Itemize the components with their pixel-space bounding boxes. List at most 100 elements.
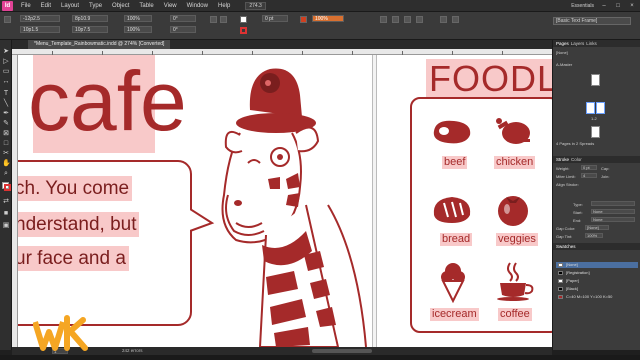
menu-file[interactable]: File bbox=[16, 3, 36, 9]
spread-page-number: 1-2 bbox=[591, 116, 597, 121]
workspace-switcher[interactable]: Essentials bbox=[571, 3, 594, 9]
stroke-weight-field[interactable]: 0 pt bbox=[262, 15, 288, 22]
shear-field[interactable]: 0° bbox=[170, 26, 196, 33]
bread-icon bbox=[433, 197, 471, 223]
minimize-icon[interactable]: – bbox=[600, 3, 608, 9]
height-field[interactable]: 10p7.5 bbox=[72, 26, 108, 33]
scale-x-field[interactable]: 100% bbox=[124, 15, 152, 22]
stroke-start-dropdown[interactable]: None bbox=[591, 209, 635, 214]
body-text-line-2: nderstand, but bbox=[18, 212, 140, 237]
scissors-tool-icon[interactable]: ✂ bbox=[2, 150, 10, 158]
fill-swatch-icon[interactable] bbox=[240, 16, 247, 23]
close-icon[interactable]: × bbox=[628, 3, 636, 9]
page-thumbnail-4[interactable] bbox=[591, 126, 600, 138]
menu-help[interactable]: Help bbox=[213, 3, 235, 9]
rotate-icon[interactable] bbox=[210, 16, 217, 23]
rectangle-tool-icon[interactable]: □ bbox=[2, 140, 10, 148]
preflight-errors[interactable]: 242 errors bbox=[122, 347, 143, 355]
document-tab[interactable]: *Menu_Template_Rainbowmatic.indd @ 274% … bbox=[28, 40, 171, 49]
frame-fitting-icon[interactable] bbox=[452, 16, 459, 23]
swatch-row[interactable]: [None] bbox=[556, 262, 638, 268]
maximize-icon[interactable]: □ bbox=[614, 3, 622, 9]
swatch-name: [Registration] bbox=[566, 270, 590, 275]
scale-y-field[interactable]: 100% bbox=[124, 26, 152, 33]
stroke-weight-input[interactable]: 0 pt bbox=[581, 165, 597, 170]
menu-layout[interactable]: Layout bbox=[56, 3, 84, 9]
horizontal-scrollbar[interactable] bbox=[312, 349, 372, 353]
flip-icon[interactable] bbox=[220, 16, 227, 23]
stroke-color-icon[interactable] bbox=[4, 184, 11, 191]
gap-tint-label: Gap Tint: bbox=[556, 234, 573, 239]
rotate-field[interactable]: 0° bbox=[170, 15, 196, 22]
effects-opacity-field[interactable]: 100% bbox=[312, 15, 344, 22]
width-field[interactable]: 8p10.9 bbox=[72, 15, 108, 22]
a-master-label[interactable]: A-Master bbox=[556, 62, 572, 67]
gap-tool-icon[interactable]: ↔ bbox=[2, 78, 10, 86]
swatch-name: C=40 M=100 Y=100 K=50 bbox=[566, 294, 613, 299]
food-label-veggies: veggies bbox=[496, 233, 538, 246]
page-thumbnail-2[interactable] bbox=[586, 102, 595, 114]
selection-tool-icon[interactable]: ➤ bbox=[2, 48, 10, 56]
stroke-type-dropdown[interactable] bbox=[591, 201, 635, 206]
hand-tool-icon[interactable]: ✋ bbox=[2, 160, 11, 168]
align-left-icon[interactable] bbox=[392, 16, 399, 23]
tab-layers[interactable]: Layers bbox=[571, 40, 585, 47]
stroke-swatch-icon[interactable] bbox=[240, 27, 247, 34]
speech-bubble-frame[interactable]: ch. You come nderstand, but ur face and … bbox=[18, 160, 192, 326]
miter-limit-input[interactable]: 4 bbox=[581, 173, 597, 178]
menu-object[interactable]: Object bbox=[107, 3, 134, 9]
coffee-icon bbox=[497, 262, 534, 301]
tab-pages[interactable]: Pages bbox=[556, 40, 569, 47]
screen-mode-icon[interactable]: ▣ bbox=[2, 222, 10, 230]
document-canvas[interactable]: cafe ch. You come nderstand, but ur face… bbox=[18, 55, 552, 347]
swatch-row[interactable]: [Registration] bbox=[556, 270, 638, 276]
apply-color-icon[interactable]: ■ bbox=[2, 210, 10, 218]
direct-selection-tool-icon[interactable]: ▷ bbox=[2, 58, 10, 66]
menu-edit[interactable]: Edit bbox=[36, 3, 56, 9]
tab-stroke[interactable]: Stroke bbox=[556, 156, 569, 163]
page-thumbnail-1[interactable] bbox=[591, 74, 600, 86]
page-thumbnail-3[interactable] bbox=[596, 102, 605, 114]
reference-point-icon[interactable] bbox=[4, 16, 11, 23]
stroke-weight-label: Weight: bbox=[556, 166, 570, 171]
swatch-row[interactable]: [Paper] bbox=[556, 278, 638, 284]
pencil-tool-icon[interactable]: ✎ bbox=[2, 120, 10, 128]
fitting-icon[interactable] bbox=[440, 16, 447, 23]
tab-links[interactable]: Links bbox=[586, 40, 597, 47]
none-master-label[interactable]: [None] bbox=[556, 50, 568, 55]
tab-color[interactable]: Color bbox=[571, 156, 582, 163]
effects-icon[interactable] bbox=[300, 16, 307, 23]
rectangle-frame-tool-icon[interactable]: ⊠ bbox=[2, 130, 10, 138]
swatch-row[interactable]: C=40 M=100 Y=100 K=50 bbox=[556, 294, 638, 300]
menu-table[interactable]: Table bbox=[134, 3, 158, 9]
align-right-icon[interactable] bbox=[416, 16, 423, 23]
menu-window[interactable]: Window bbox=[182, 3, 213, 9]
swatch-row[interactable]: [Black] bbox=[556, 286, 638, 292]
type-tool-icon[interactable]: T bbox=[2, 90, 10, 98]
menu-type[interactable]: Type bbox=[84, 3, 107, 9]
zoom-level-field[interactable]: 274.3 bbox=[245, 1, 266, 10]
body-text-line-3: ur face and a bbox=[18, 246, 129, 271]
line-tool-icon[interactable]: ╲ bbox=[2, 100, 10, 108]
bottom-strip bbox=[0, 355, 640, 360]
zoom-tool-icon[interactable]: ⌕ bbox=[2, 170, 10, 178]
menu-view[interactable]: View bbox=[159, 3, 182, 9]
swap-colors-icon[interactable]: ⇄ bbox=[2, 198, 10, 206]
align-center-icon[interactable] bbox=[404, 16, 411, 23]
y-position-field[interactable]: 10p1.5 bbox=[20, 26, 60, 33]
food-label-beef: beef bbox=[442, 156, 468, 169]
tab-swatches[interactable]: Swatches bbox=[556, 243, 576, 250]
giraffe-illustration[interactable] bbox=[188, 55, 373, 347]
wk-watermark-logo bbox=[33, 315, 88, 351]
gap-tint-input[interactable]: 100% bbox=[585, 233, 603, 238]
stroke-end-dropdown[interactable]: None bbox=[591, 217, 635, 222]
object-style-dropdown[interactable]: [Basic Text Frame] bbox=[553, 17, 631, 25]
swatch-name: [Black] bbox=[566, 286, 579, 291]
gap-color-dropdown[interactable]: [None] bbox=[585, 225, 609, 230]
text-wrap-icon[interactable] bbox=[380, 16, 387, 23]
pen-tool-icon[interactable]: ✒ bbox=[2, 110, 10, 118]
x-position-field[interactable]: -12p2.5 bbox=[20, 15, 60, 22]
status-bar: 1 242 errors bbox=[12, 347, 552, 355]
chicken-icon bbox=[496, 118, 530, 144]
page-tool-icon[interactable]: ▭ bbox=[2, 68, 10, 76]
